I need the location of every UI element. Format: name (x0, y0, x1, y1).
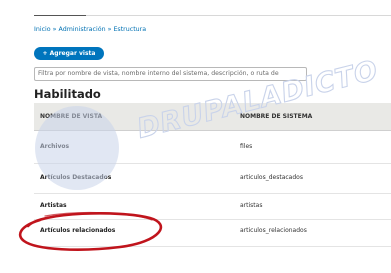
table-row: Artistas artistas (34, 194, 391, 220)
section-title: Habilitado (34, 87, 101, 101)
breadcrumb[interactable]: Inicio » Administración » Estructura (34, 26, 146, 33)
view-name-cell: Artículos Destacados (40, 174, 112, 181)
add-view-button[interactable]: + Agregar vista (34, 47, 104, 60)
column-header-view-name: NOMBRE DE VISTA (40, 113, 103, 120)
views-table: NOMBRE DE VISTA NOMBRE DE SISTEMA Archiv… (34, 103, 391, 247)
active-tab-indicator (34, 15, 86, 16)
table-row: Archivos files (34, 131, 391, 164)
table-row: Artículos relacionados articulos_relacio… (34, 220, 391, 247)
tab-divider (86, 15, 391, 16)
top-bar (0, 0, 391, 20)
table-row: Artículos Destacados articulos_destacado… (34, 164, 391, 194)
system-name-cell: artistas (240, 202, 263, 209)
system-name-cell: files (240, 143, 253, 150)
view-name-cell: Archivos (40, 143, 70, 150)
filter-input[interactable]: Filtra por nombre de vista, nombre inter… (34, 67, 307, 81)
system-name-cell: articulos_destacados (240, 174, 303, 181)
view-name-cell: Artículos relacionados (40, 227, 116, 234)
view-name-cell: Artistas (40, 202, 67, 209)
table-header: NOMBRE DE VISTA NOMBRE DE SISTEMA (34, 103, 391, 131)
column-header-system-name: NOMBRE DE SISTEMA (240, 113, 313, 120)
system-name-cell: articulos_relacionados (240, 227, 307, 234)
